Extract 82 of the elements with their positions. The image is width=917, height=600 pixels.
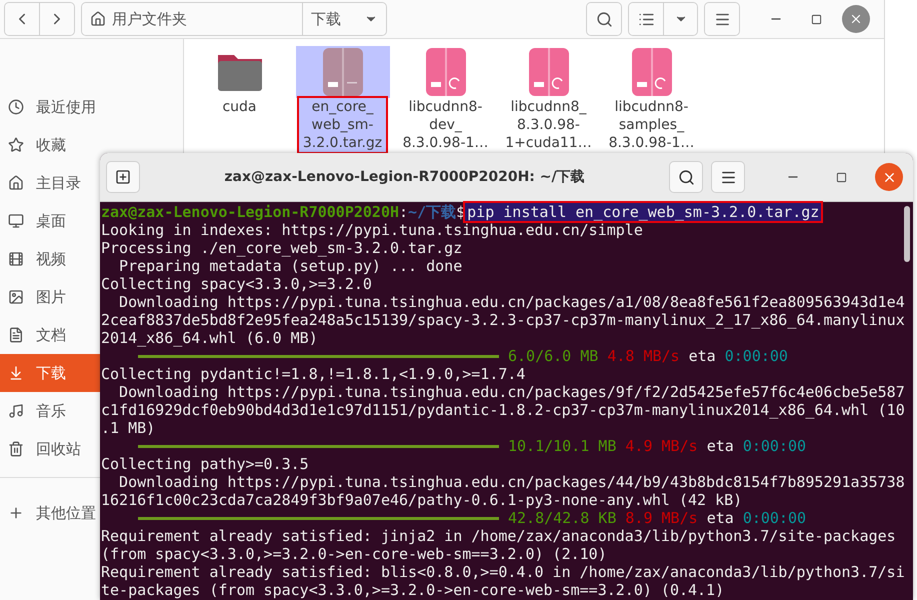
search-button[interactable] xyxy=(669,161,703,193)
eta-time: 0:00:00 xyxy=(724,347,788,365)
terminal-output: Collecting pydantic!=1.8,!=1.8.1,<1.9.0,>=1.7.4 xyxy=(101,365,526,383)
sidebar-item[interactable]: 收藏 xyxy=(0,126,100,164)
search-icon xyxy=(596,10,612,28)
close-icon xyxy=(849,12,863,26)
terminal-output: Collecting pathy>=0.3.5 xyxy=(101,455,309,473)
debian-package-icon xyxy=(632,48,672,96)
sidebar-item[interactable]: 回收站 xyxy=(0,430,100,468)
eta-time: 0:00:00 xyxy=(742,509,806,527)
command-text: pip install en_core_web_sm-3.2.0.tar.gz xyxy=(465,203,822,221)
file-name[interactable]: en_core_ web_sm- 3.2.0.tar.gz xyxy=(298,98,386,152)
debian-package-icon xyxy=(426,48,466,96)
sidebar-item[interactable]: 视频 xyxy=(0,240,100,278)
terminal-output: Processing ./en_core_web_sm-3.2.0.tar.gz xyxy=(101,239,462,257)
sidebar-item[interactable]: 音乐 xyxy=(0,392,100,430)
prompt-user: zax@zax-Lenovo-Legion-R7000P2020H xyxy=(101,203,400,221)
sidebar-item[interactable]: 最近使用 xyxy=(0,88,100,126)
monitor-icon xyxy=(8,213,24,229)
terminal-output: Requirement already satisfied: jinja2 in /home/zax/anaconda3/lib/python3.7/site-packages xyxy=(101,527,896,545)
scrollbar[interactable] xyxy=(904,206,910,262)
download-speed: 4.9 MB/s xyxy=(625,437,698,455)
search-icon xyxy=(678,168,694,186)
close-button[interactable] xyxy=(842,5,870,33)
menu-button[interactable] xyxy=(711,161,745,193)
file-name[interactable]: cuda xyxy=(218,98,261,116)
maximize-icon xyxy=(836,172,846,182)
search-button[interactable] xyxy=(587,3,621,35)
terminal-output: Preparing metadata (setup.py) ... done xyxy=(118,257,462,275)
file-name[interactable]: libcudnn8- samples_ 8.3.0.98-1… xyxy=(604,98,698,152)
sidebar-item[interactable]: 文档 xyxy=(0,316,100,354)
terminal-output: .1 MB) xyxy=(101,419,156,437)
sidebar-item[interactable]: 图片 xyxy=(0,278,100,316)
prompt-path: ~/下载 xyxy=(408,203,456,221)
download-icon xyxy=(8,365,24,381)
terminal-output: Downloading https://pypi.tuna.tsinghua.edu.cn/packages/44/b9/43b8bdc8154f7b895291a35738 xyxy=(118,473,905,491)
terminal-output: 2014_x86_64.whl (6.0 MB) xyxy=(101,329,318,347)
maximize-icon xyxy=(810,14,822,24)
sidebar-item[interactable]: 下载 xyxy=(0,354,100,392)
terminal-output: Looking in indexes: https://pypi.tuna.tsinghua.edu.cn/simple xyxy=(101,221,643,239)
eta-label: eta xyxy=(706,509,734,527)
debian-package-icon xyxy=(528,48,568,96)
sidebar-item[interactable]: 其他位置 xyxy=(0,494,100,532)
archive-icon xyxy=(322,48,362,96)
download-size: 42.8/42.8 KB xyxy=(508,509,616,527)
download-speed: 8.9 MB/s xyxy=(625,509,698,527)
terminal-output: Collecting spacy<3.3.0,>=3.2.0 xyxy=(101,275,372,293)
eta-label: eta xyxy=(706,437,734,455)
sidebar-item[interactable]: 主目录 xyxy=(0,164,100,202)
clock-icon xyxy=(8,99,24,115)
star-icon xyxy=(8,137,24,153)
terminal-output: Requirement already satisfied: blis<0.8.0,>=0.4.0 in /home/zax/anaconda3/lib/python3.7/si xyxy=(101,563,905,581)
close-button[interactable] xyxy=(875,163,903,191)
path-segment[interactable]: 下载 xyxy=(302,3,386,35)
window-title: zax@zax-Lenovo-Legion-R7000P2020H: ~/下载 xyxy=(223,168,586,186)
plus-icon xyxy=(8,505,24,521)
sidebar-item[interactable]: 桌面 xyxy=(0,202,100,240)
film-icon xyxy=(8,251,24,267)
home-icon xyxy=(8,175,24,191)
terminal-output: (from spacy<3.3.0,>=3.2.0->en-core-web-sm==3.2.0) (2.10) xyxy=(101,545,607,563)
trash-icon xyxy=(8,441,24,457)
download-speed: 4.8 MB/s xyxy=(607,347,680,365)
new-tab-icon xyxy=(115,169,131,185)
terminal-output: te-packages (from spacy<3.3.0,>=3.2.0->en-core-web-sm==3.2.0) (0.4.1) xyxy=(101,581,724,599)
file-name[interactable]: libcudnn8_ 8.3.0.98- 1+cuda11… xyxy=(501,98,596,152)
menu-button[interactable] xyxy=(705,3,739,35)
eta-label: eta xyxy=(688,347,716,365)
download-size: 6.0/6.0 MB xyxy=(508,347,598,365)
terminal-output: 2ceaf8837de5bd8f2e95fea248a5c15139/spacy-3.2.3-cp37-cp37m-manylinux_2_17_x86_64.manylinux xyxy=(101,311,905,329)
terminal-output: c1fd16929dcf0eb90bd4d3d1e1c97d1151/pydantic-1.8.2-cp37-cp37m-manylinux2014_x86_64.whl (10 xyxy=(101,401,905,419)
download-size: 10.1/10.1 MB xyxy=(508,437,616,455)
home-icon xyxy=(90,11,106,27)
music-note-icon xyxy=(8,403,24,419)
prompt-separator: : xyxy=(399,203,408,221)
terminal-output: Downloading https://pypi.tuna.tsinghua.edu.cn/packages/a1/08/8ea8fe561f2ea809563943d1e4 xyxy=(118,293,905,311)
new-tab-button[interactable] xyxy=(106,161,140,193)
terminal-output: Downloading https://pypi.tuna.tsinghua.edu.cn/packages/9f/f2/2d5425efe57f6c4e06cbe5e587 xyxy=(118,383,905,401)
eta-time: 0:00:00 xyxy=(742,437,806,455)
file-name[interactable]: libcudnn8- dev_ 8.3.0.98-1… xyxy=(398,98,492,152)
image-icon xyxy=(8,289,24,305)
document-icon xyxy=(8,327,24,343)
terminal-output: 16216f1c00c23cda7ca2849f3bf9a07e46/pathy-0.6.1-py3-none-any.whl (42 kB) xyxy=(101,491,742,509)
